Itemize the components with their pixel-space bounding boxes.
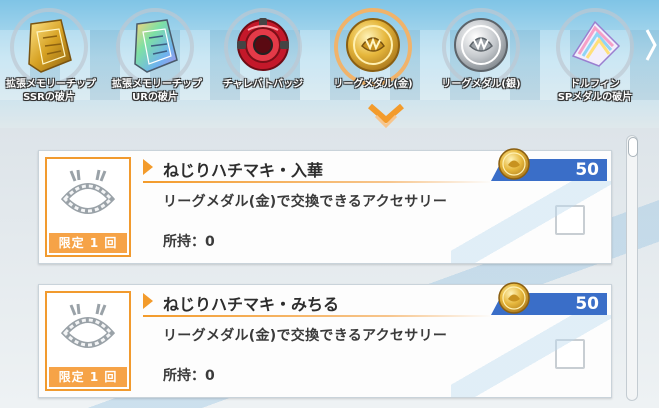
item-title: ねじりハチマキ・入華 [163,161,324,180]
category-tab-ssr-chip-fragment[interactable]: 拡張メモリーチップ SSRの破片 [6,6,96,124]
title-underline [143,315,493,317]
title-triangle-icon [143,159,153,175]
category-label: リーグメダル(銀) [441,79,521,90]
carousel-next-arrow-icon[interactable] [645,28,657,62]
category-label: チャレバトバッジ [222,79,304,90]
category-label: ドルフィン SPメダルの破片 [557,79,633,103]
title-triangle-icon [143,293,153,309]
limit-badge: 限定 1 回 [49,367,127,387]
owned-count: 所持：0 [163,234,215,250]
silver-medal-icon [454,18,508,72]
item-thumbnail: 限定 1 回 [45,157,131,257]
gold-medal-icon [498,148,530,180]
category-tab-ur-chip-fragment[interactable]: 拡張メモリーチップ URの破片 [112,6,202,124]
select-checkbox[interactable] [555,339,585,369]
price-value: 50 [575,160,599,180]
gold-medal-icon [498,282,530,314]
category-tab-dolphin-sp-medal-fragment[interactable]: ドルフィン SPメダルの破片 [552,6,638,124]
exchange-item-card[interactable]: 限定 1 回 ねじりハチマキ・みちる 50 リーグメダル(金)で交換できるアクセ… [38,282,612,398]
item-title-row: ねじりハチマキ・入華 50 [143,148,609,183]
category-label: リーグメダル(金) [333,79,413,90]
list-scrollbar[interactable] [626,135,638,401]
scrollbar-thumb[interactable] [628,137,638,157]
exchange-item-card[interactable]: 限定 1 回 ねじりハチマキ・入華 50 リーグメダル(金)で交換できるアクセサ… [38,148,612,264]
gold-medal-icon [346,18,400,72]
limit-badge: 限定 1 回 [49,233,127,253]
gold-memory-chip-icon [28,19,72,73]
item-description: リーグメダル(金)で交換できるアクセサリー [163,328,448,344]
twisted-headband-icon [60,169,116,214]
category-label: 拡張メモリーチップ SSRの破片 [6,79,96,103]
dolphin-sp-medal-icon [571,20,621,67]
selected-category-chevron-icon [368,104,404,129]
item-thumbnail: 限定 1 回 [45,291,131,391]
owned-count: 所持：0 [163,368,215,384]
item-category-carousel: 拡張メモリーチップ SSRの破片 拡張メモリーチップ URの破片 チャレバトバッ… [0,0,659,128]
rainbow-memory-chip-icon [134,19,178,73]
category-tab-challenge-badge[interactable]: チャレバトバッジ [220,6,306,124]
select-checkbox[interactable] [555,205,585,235]
exchange-item-list: 限定 1 回 ねじりハチマキ・入華 50 リーグメダル(金)で交換できるアクセサ… [0,128,659,408]
red-badge-icon [237,18,289,71]
price-value: 50 [575,294,599,314]
item-description: リーグメダル(金)で交換できるアクセサリー [163,194,448,210]
title-underline [143,181,493,183]
category-label: 拡張メモリーチップ URの破片 [112,79,202,103]
twisted-headband-icon [60,303,116,348]
item-title: ねじりハチマキ・みちる [163,295,340,314]
category-tab-league-medal-silver[interactable]: リーグメダル(銀) [438,6,524,124]
item-title-row: ねじりハチマキ・みちる 50 [143,282,609,317]
